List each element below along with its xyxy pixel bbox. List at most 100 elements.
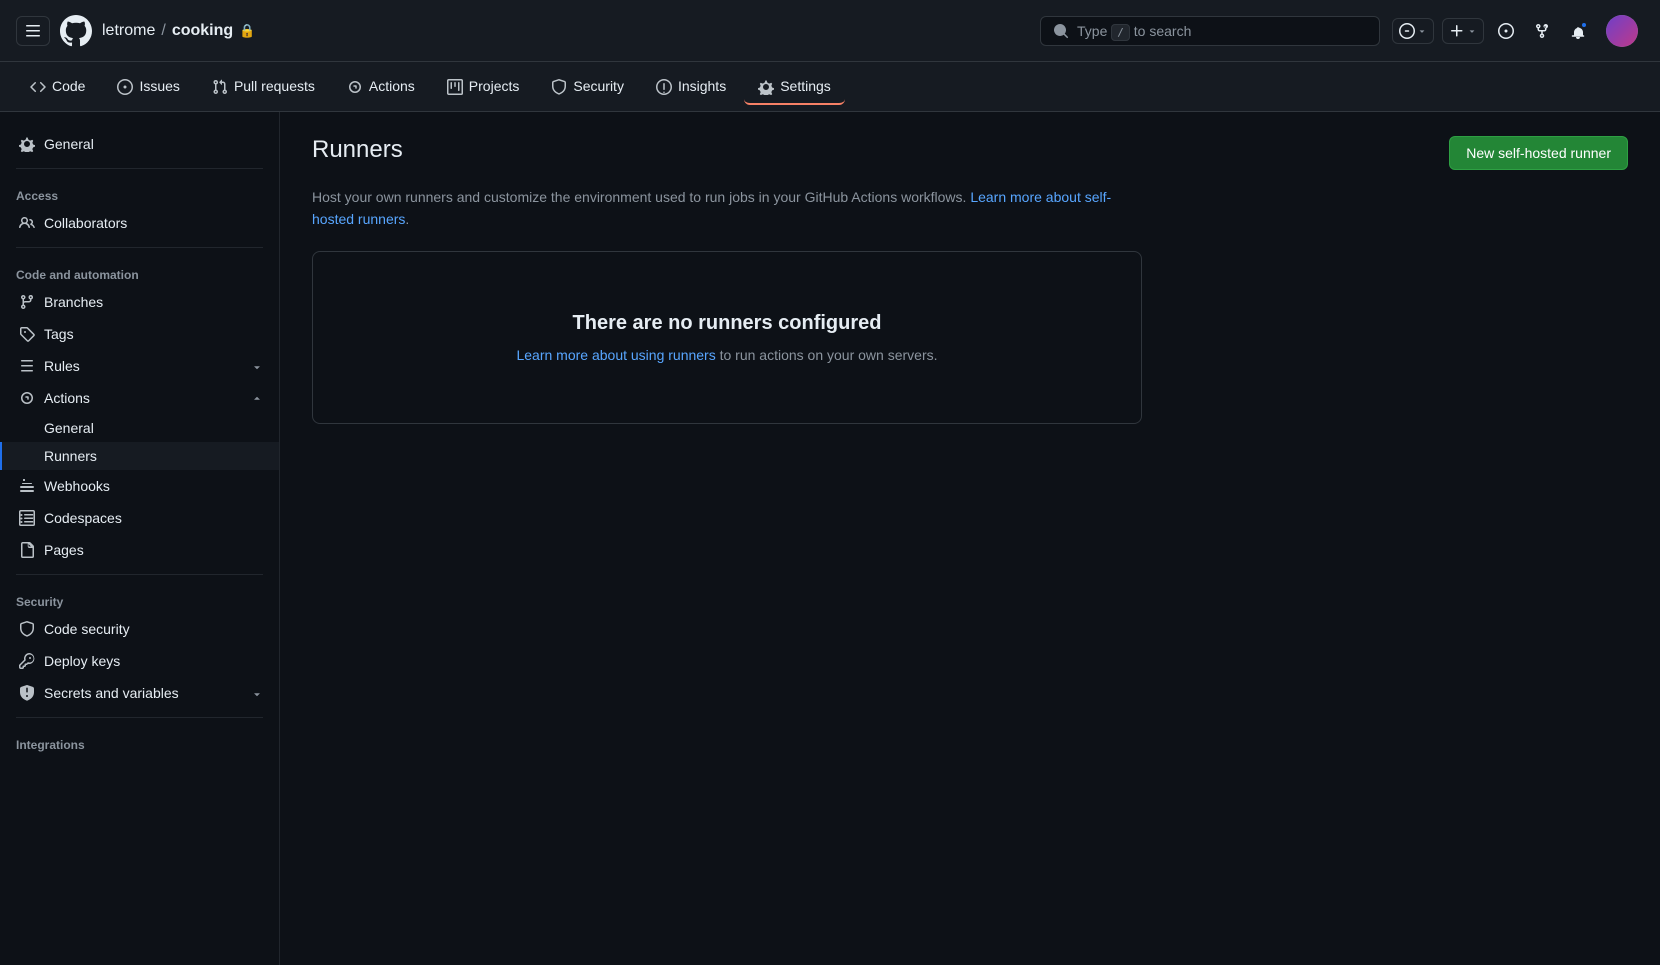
sidebar-item-general[interactable]: General (0, 128, 279, 160)
sidebar-item-branches[interactable]: Branches (0, 286, 279, 318)
nav-pr-label: Pull requests (234, 78, 315, 94)
codespaces-icon (18, 510, 36, 526)
sidebar-divider-1 (16, 168, 263, 169)
nav-projects[interactable]: Projects (433, 69, 534, 104)
nav-actions-label: Actions (369, 78, 415, 94)
empty-state-suffix: to run actions on your own servers. (720, 347, 938, 363)
sidebar-section-access: Access (0, 177, 279, 207)
sidebar-item-actions[interactable]: Actions (0, 382, 279, 414)
sidebar-section-integrations: Integrations (0, 726, 279, 756)
sidebar-item-tags[interactable]: Tags (0, 318, 279, 350)
sidebar-code-security-label: Code security (44, 621, 130, 637)
sidebar-pages-label: Pages (44, 542, 84, 558)
secrets-expand-icon (251, 686, 263, 700)
nav-projects-label: Projects (469, 78, 520, 94)
content-header: Runners New self-hosted runner (312, 136, 1628, 170)
actions-collapse-icon (251, 391, 263, 405)
topbar: letrome / cooking 🔒 Type / to search (0, 0, 1660, 62)
general-icon (18, 136, 36, 152)
sidebar-item-rules[interactable]: Rules (0, 350, 279, 382)
learn-more-runners-link[interactable]: Learn more about using runners (516, 347, 715, 363)
breadcrumb-separator: / (161, 22, 165, 40)
notification-dot (1580, 21, 1588, 29)
plus-icon (1449, 23, 1465, 39)
actions-icon (347, 77, 363, 94)
sidebar-item-codespaces[interactable]: Codespaces (0, 502, 279, 534)
hamburger-button[interactable] (16, 16, 50, 46)
sidebar-subitem-runners[interactable]: Runners (0, 442, 279, 470)
github-logo-link[interactable] (60, 15, 92, 47)
sidebar-item-collaborators[interactable]: Collaborators (0, 207, 279, 239)
sidebar-item-pages[interactable]: Pages (0, 534, 279, 566)
topbar-right (1392, 9, 1644, 53)
new-self-hosted-runner-button[interactable]: New self-hosted runner (1449, 136, 1628, 170)
sidebar-codespaces-label: Codespaces (44, 510, 122, 526)
sidebar-tags-label: Tags (44, 326, 74, 342)
projects-icon (447, 77, 463, 94)
insights-icon (656, 77, 672, 94)
sidebar-runners-label: Runners (44, 448, 97, 464)
nav-issues[interactable]: Issues (103, 69, 193, 104)
settings-icon (758, 77, 774, 94)
sidebar-section-security: Security (0, 583, 279, 613)
webhooks-icon (18, 478, 36, 494)
sidebar-item-secrets[interactable]: Secrets and variables (0, 677, 279, 709)
sidebar-actions-general-label: General (44, 420, 94, 436)
nav-pull-requests[interactable]: Pull requests (198, 69, 329, 104)
notifications-button[interactable] (1564, 17, 1592, 45)
search-placeholder-text: Type / to search (1077, 23, 1367, 39)
fork-button[interactable] (1528, 17, 1556, 45)
lock-icon: 🔒 (239, 23, 255, 39)
nav-insights[interactable]: Insights (642, 69, 740, 104)
breadcrumb-owner[interactable]: letrome (102, 22, 155, 40)
nav-settings[interactable]: Settings (744, 69, 845, 104)
secrets-icon (18, 685, 36, 701)
pages-icon (18, 542, 36, 558)
sidebar-item-code-security[interactable]: Code security (0, 613, 279, 645)
empty-state-box: There are no runners configured Learn mo… (312, 251, 1142, 424)
sidebar-subitem-actions-general[interactable]: General (0, 414, 279, 442)
sidebar-item-deploy-keys[interactable]: Deploy keys (0, 645, 279, 677)
breadcrumb-repo[interactable]: cooking (172, 22, 233, 40)
actions-sidebar-icon (18, 390, 36, 406)
empty-state-title: There are no runners configured (353, 312, 1101, 335)
content-area: Runners New self-hosted runner Host your… (280, 112, 1660, 965)
nav-actions[interactable]: Actions (333, 69, 429, 104)
nav-settings-label: Settings (780, 78, 831, 94)
sidebar-branches-label: Branches (44, 294, 103, 310)
repo-nav: Code Issues Pull requests Actions Projec… (0, 62, 1660, 112)
nav-insights-label: Insights (678, 78, 726, 94)
search-bar[interactable]: Type / to search (1040, 16, 1380, 46)
sidebar-collaborators-label: Collaborators (44, 215, 127, 231)
sidebar-secrets-label: Secrets and variables (44, 685, 179, 701)
plus-button[interactable] (1442, 18, 1484, 44)
sidebar-general-label: General (44, 136, 94, 152)
sidebar: General Access Collaborators Code and au… (0, 112, 280, 965)
issues-icon (117, 77, 133, 94)
description-text: Host your own runners and customize the … (312, 186, 1132, 231)
search-icon (1053, 23, 1069, 39)
nav-security[interactable]: Security (537, 69, 638, 104)
nav-code[interactable]: Code (16, 69, 99, 104)
security-icon (551, 77, 567, 94)
sidebar-section-code-automation: Code and automation (0, 256, 279, 286)
branches-icon (18, 294, 36, 310)
nav-security-label: Security (573, 78, 624, 94)
sidebar-rules-label: Rules (44, 358, 80, 374)
nav-code-label: Code (52, 78, 85, 94)
issues-button[interactable] (1492, 17, 1520, 45)
avatar-button[interactable] (1600, 9, 1644, 53)
rules-icon (18, 358, 36, 374)
sidebar-divider-4 (16, 717, 263, 718)
copilot-button[interactable] (1392, 18, 1434, 44)
topbar-left: letrome / cooking 🔒 (16, 15, 1028, 47)
page-title: Runners (312, 136, 403, 164)
nav-issues-label: Issues (139, 78, 179, 94)
copilot-dropdown-icon (1417, 26, 1427, 36)
sidebar-actions-label: Actions (44, 390, 90, 406)
pr-icon (212, 77, 228, 94)
sidebar-deploy-keys-label: Deploy keys (44, 653, 120, 669)
sidebar-webhooks-label: Webhooks (44, 478, 110, 494)
rules-expand-icon (251, 359, 263, 373)
sidebar-item-webhooks[interactable]: Webhooks (0, 470, 279, 502)
